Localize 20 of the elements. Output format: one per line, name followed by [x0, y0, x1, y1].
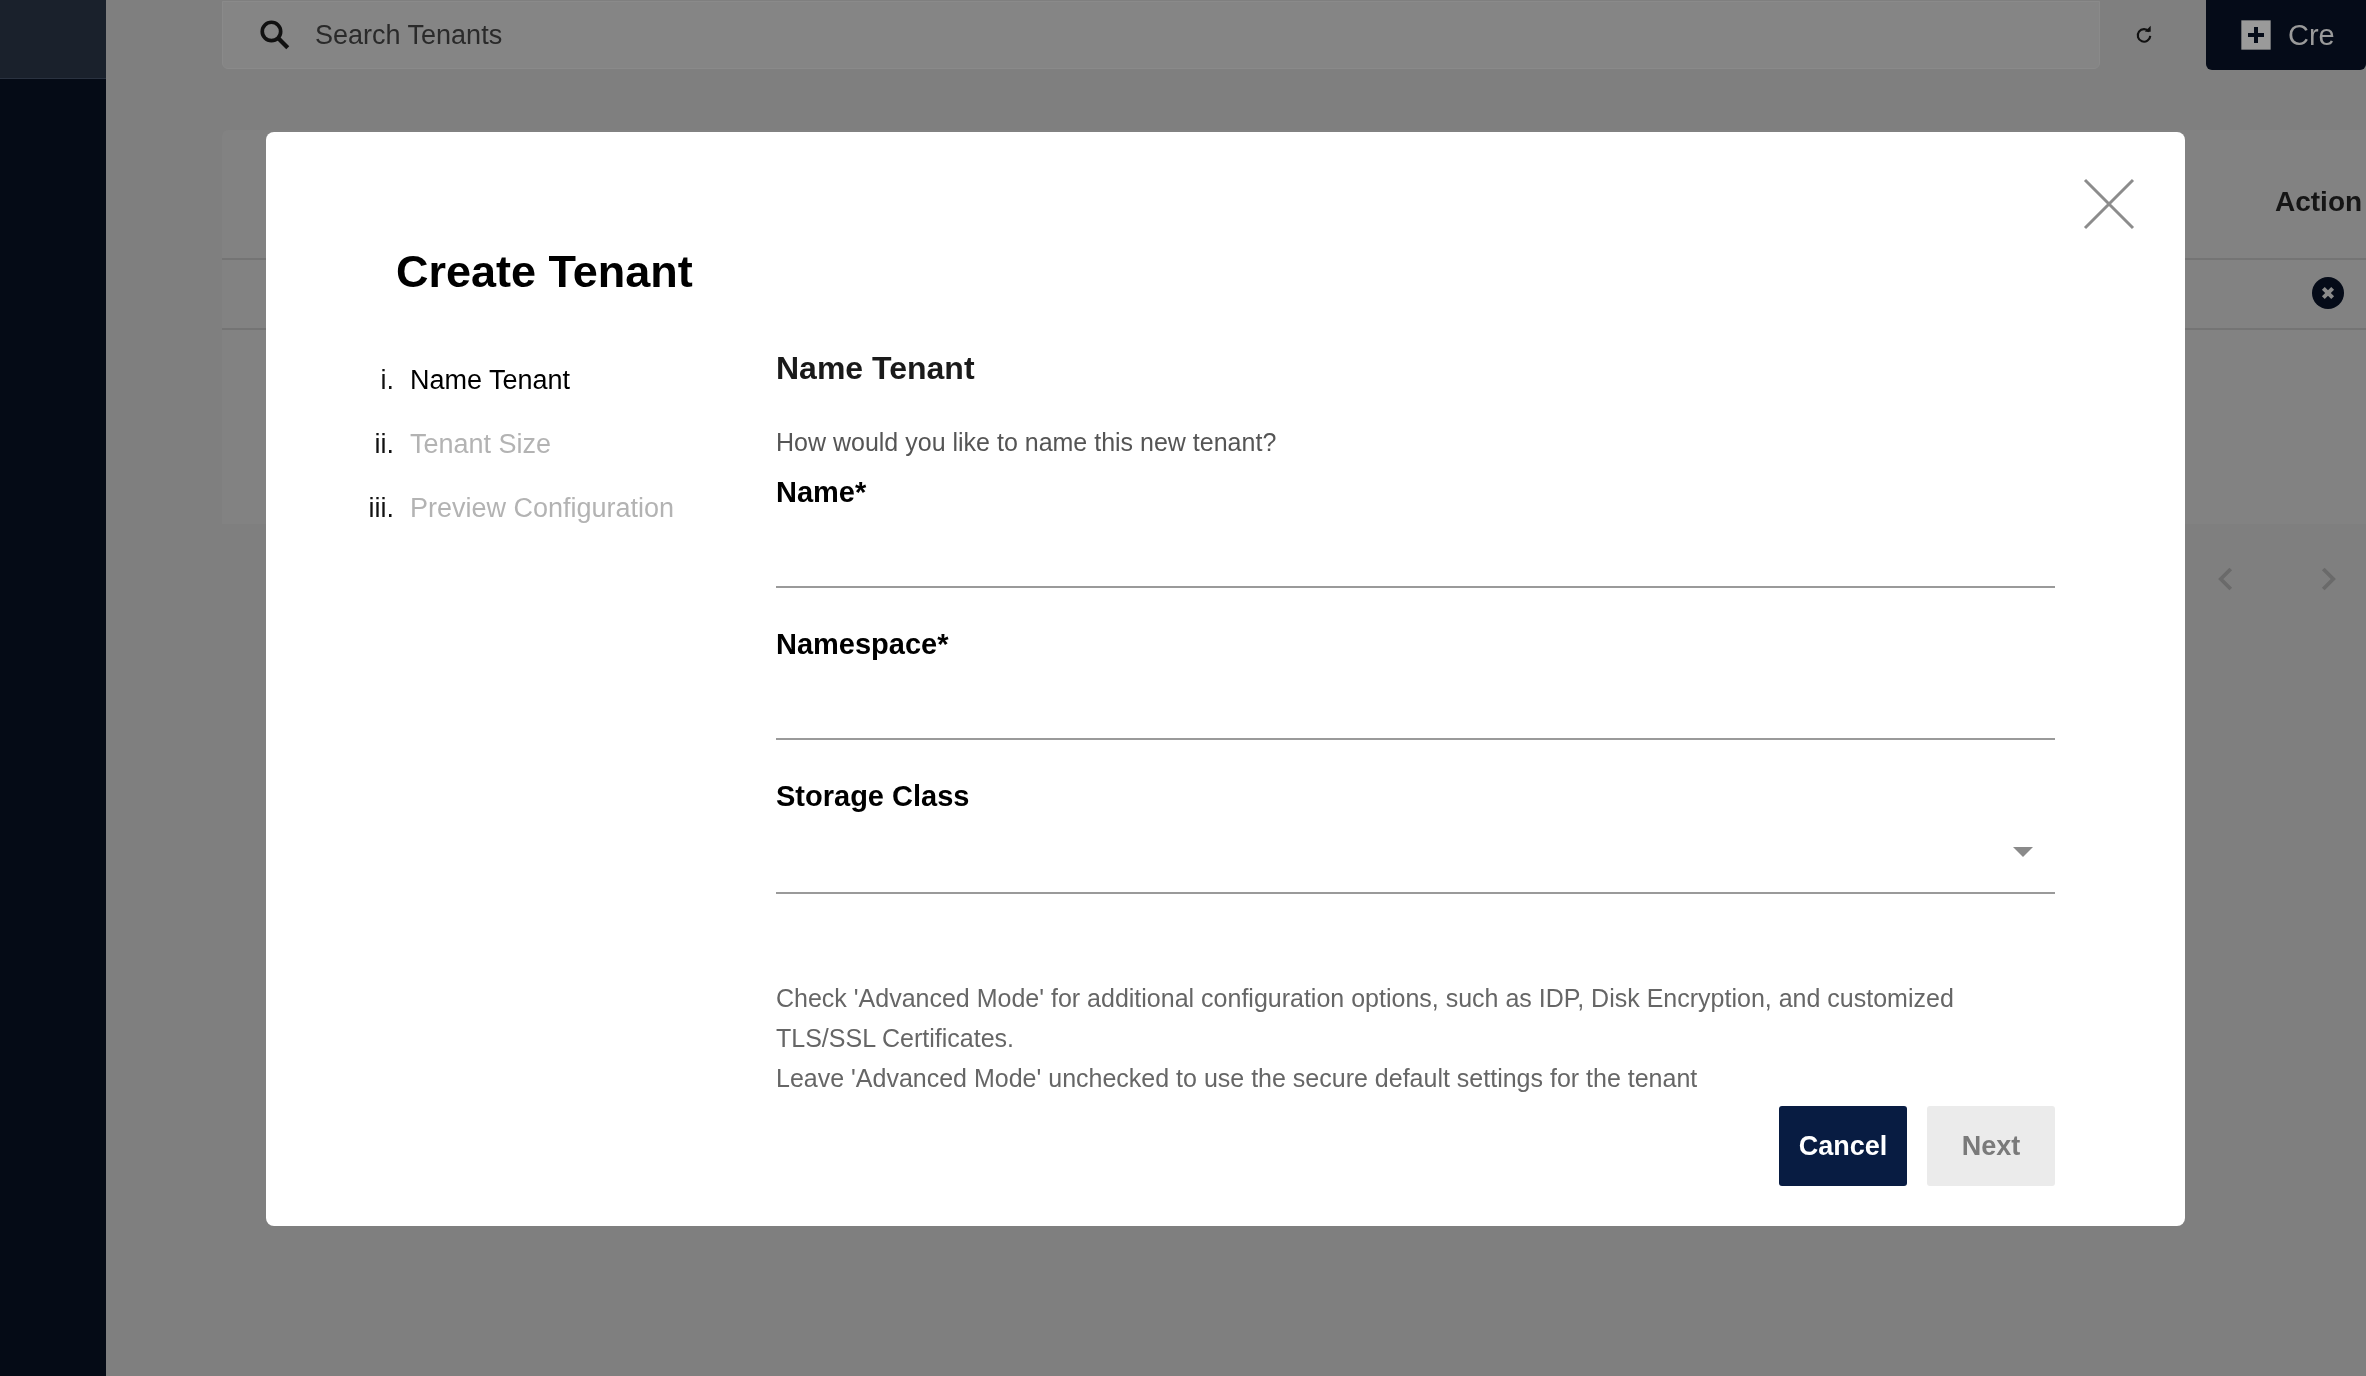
section-description: How would you like to name this new tenant? [776, 427, 1278, 458]
cancel-button[interactable]: Cancel [1779, 1106, 1907, 1186]
field-label: Namespace* [776, 627, 950, 662]
info-text: Leave 'Advanced Mode' unchecked to use the secure default settings for the tenant [776, 1063, 1699, 1094]
plus-icon [2240, 19, 2272, 51]
create-button[interactable]: Cre [2206, 0, 2366, 70]
step-label[interactable]: Name Tenant [410, 362, 571, 398]
close-icon[interactable] [2083, 178, 2135, 230]
step-number: i. [379, 364, 394, 397]
search-field[interactable]: Search Tenants [222, 1, 2100, 69]
caret-icon [2013, 847, 2033, 859]
column-header: Action [2275, 186, 2363, 218]
info-text: Check 'Advanced Mode' for additional configuration options, such as IDP, Disk Encryption, and customized TLS/SSL Certificates. [776, 983, 1955, 1054]
dialog-title: Create Tenant [396, 245, 694, 299]
field-label: Storage Class [776, 779, 971, 814]
field-label: Name* [776, 475, 868, 510]
delete-icon[interactable] [2312, 277, 2344, 309]
step-number: iii. [367, 492, 394, 525]
step-number: ii. [373, 428, 394, 461]
section-title: Name Tenant [776, 349, 976, 388]
